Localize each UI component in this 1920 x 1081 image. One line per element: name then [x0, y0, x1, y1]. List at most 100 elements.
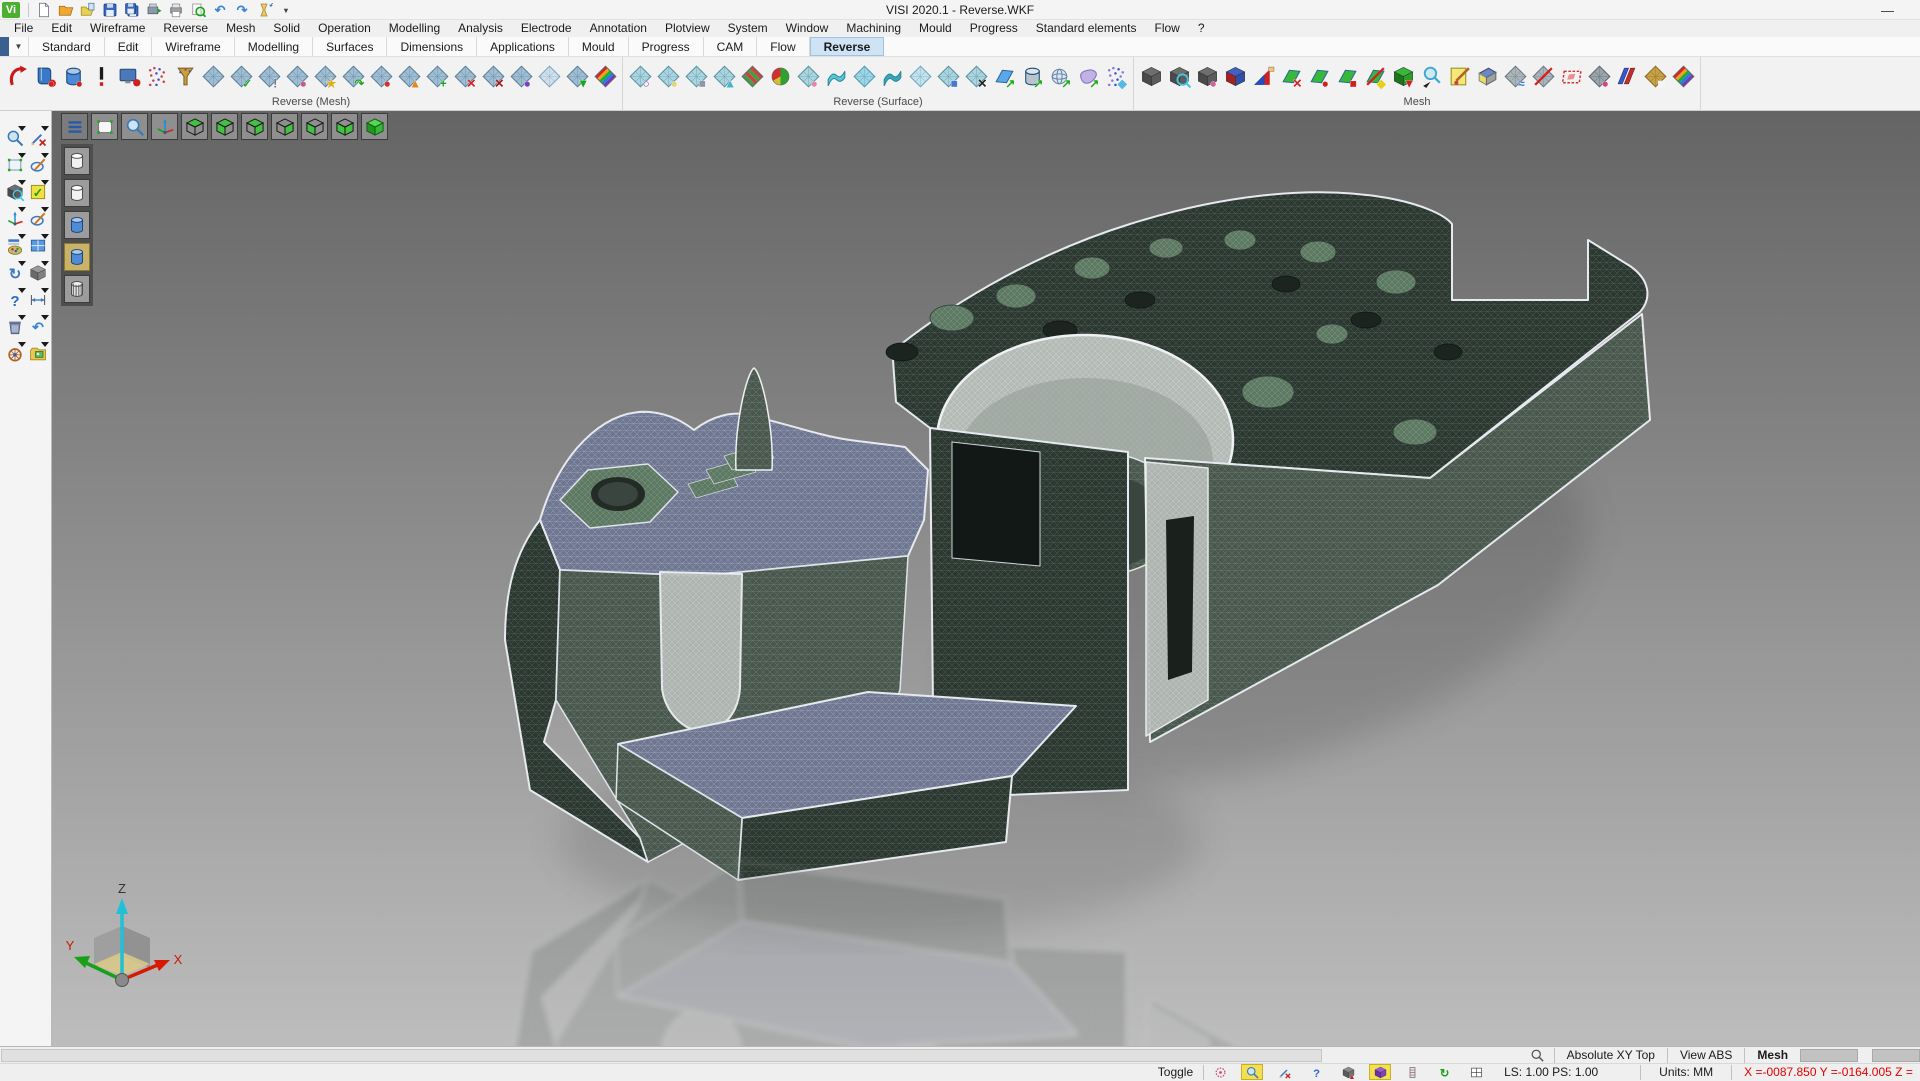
- view-window-icon[interactable]: [26, 234, 49, 258]
- sketch-circle-icon[interactable]: [26, 153, 49, 177]
- dynamic-rotation-icon[interactable]: ↻: [1433, 1064, 1455, 1080]
- redo-icon[interactable]: ↷: [232, 1, 252, 19]
- regen-icon[interactable]: ↻: [3, 261, 26, 285]
- open-project-icon[interactable]: [78, 1, 98, 19]
- viewports-icon[interactable]: [1465, 1064, 1487, 1080]
- mesh-add-icon[interactable]: +: [424, 62, 450, 90]
- menu-item-plotview[interactable]: Plotview: [656, 20, 719, 37]
- csys-origin-icon[interactable]: [151, 113, 178, 140]
- undo-view-icon[interactable]: ↶: [26, 315, 49, 339]
- mesh-mode-indicator[interactable]: Mesh: [1745, 1047, 1800, 1064]
- view-left-icon[interactable]: [301, 113, 328, 140]
- mesh-hide-icon[interactable]: [1530, 62, 1556, 90]
- mesh-paint-icon[interactable]: ●: [508, 62, 534, 90]
- tab-dimensions[interactable]: Dimensions: [387, 37, 477, 56]
- tab-cam[interactable]: CAM: [704, 37, 758, 56]
- surface-patch-icon[interactable]: ●: [655, 62, 681, 90]
- mesh-inspect-icon[interactable]: [1166, 62, 1192, 90]
- view-mode-indicator[interactable]: View ABS: [1668, 1047, 1744, 1064]
- menu-item-mesh[interactable]: Mesh: [217, 20, 264, 37]
- surface-texture-icon[interactable]: ■: [935, 62, 961, 90]
- cylinder-fit-icon[interactable]: ↗: [1019, 62, 1045, 90]
- filter-solid-cylinder-icon[interactable]: [64, 211, 90, 239]
- mesh-repair-icon[interactable]: !: [256, 62, 282, 90]
- mesh-process-icon[interactable]: ●: [1194, 62, 1220, 90]
- mesh-edit-icon[interactable]: ▲: [396, 62, 422, 90]
- surface-point-edit-icon[interactable]: ●: [795, 62, 821, 90]
- menu-item-machining[interactable]: Machining: [837, 20, 910, 37]
- open-cloud-archive-icon[interactable]: ●: [60, 62, 86, 90]
- image-capture-icon[interactable]: [26, 342, 49, 366]
- point-cloud-sampling-icon[interactable]: [172, 62, 198, 90]
- tab-surfaces[interactable]: Surfaces: [313, 37, 387, 56]
- scroll-thumb[interactable]: [1800, 1049, 1858, 1062]
- selection-box-icon[interactable]: [3, 153, 26, 177]
- surface-loft-icon[interactable]: [879, 62, 905, 90]
- menu-item-?[interactable]: ?: [1189, 20, 1214, 37]
- menu-item-reverse[interactable]: Reverse: [154, 20, 217, 37]
- mesh-mark-point-icon[interactable]: ●: [1306, 62, 1332, 90]
- view-back-icon[interactable]: [331, 113, 358, 140]
- coordinate-system-indicator[interactable]: Absolute XY Top: [1555, 1047, 1667, 1064]
- layers-colors-icon[interactable]: [3, 234, 26, 258]
- surface-sweep-icon[interactable]: [823, 62, 849, 90]
- tab-applications[interactable]: Applications: [477, 37, 569, 56]
- mesh-section-icon[interactable]: ▼: [1390, 62, 1416, 90]
- mesh-mark-region-icon[interactable]: ■: [1334, 62, 1360, 90]
- menu-item-wireframe[interactable]: Wireframe: [81, 20, 154, 37]
- menu-item-operation[interactable]: Operation: [309, 20, 380, 37]
- mesh-color-scale-icon[interactable]: [1670, 62, 1696, 90]
- open-file-icon[interactable]: [56, 1, 76, 19]
- print-preview-icon[interactable]: [188, 1, 208, 19]
- pick-inspect-icon[interactable]: [1418, 62, 1444, 90]
- shading-cube-icon[interactable]: [26, 261, 49, 285]
- view-isometric-icon[interactable]: [181, 113, 208, 140]
- reverse-undo-icon[interactable]: [4, 62, 30, 90]
- surface-grid-icon[interactable]: ▲: [711, 62, 737, 90]
- surface-mesh-icon[interactable]: [851, 62, 877, 90]
- quick-access-menu-icon[interactable]: ▼: [276, 1, 296, 19]
- surface-trim-icon[interactable]: ✕: [963, 62, 989, 90]
- view-shaded-icon[interactable]: [361, 113, 388, 140]
- mesh-rebuild-icon[interactable]: ●: [368, 62, 394, 90]
- tab-wireframe[interactable]: Wireframe: [152, 37, 234, 56]
- tab-edit[interactable]: Edit: [105, 37, 153, 56]
- tab-reverse[interactable]: Reverse: [810, 37, 885, 56]
- mesh-validate-icon[interactable]: ✓: [228, 62, 254, 90]
- annotate-note-icon[interactable]: [1446, 62, 1472, 90]
- view-top-icon[interactable]: [211, 113, 238, 140]
- mesh-wedge-icon[interactable]: [1474, 62, 1500, 90]
- menu-item-flow[interactable]: Flow: [1146, 20, 1189, 37]
- mesh-panels-icon[interactable]: [1614, 62, 1640, 90]
- tab-overflow-caret[interactable]: ▼: [9, 37, 29, 56]
- query-mode-icon[interactable]: ?: [1305, 1064, 1327, 1080]
- viewport-menu-icon[interactable]: [61, 113, 88, 140]
- mesh-texture-page-icon[interactable]: ■: [1642, 62, 1668, 90]
- snap-vertex-icon[interactable]: ▲: [1337, 1064, 1359, 1080]
- confirm-icon[interactable]: ✓: [26, 180, 49, 204]
- spline-edit-icon[interactable]: [26, 207, 49, 231]
- measure-distance-icon[interactable]: [26, 288, 49, 312]
- open-mesh-archive-icon[interactable]: ●: [32, 62, 58, 90]
- minimize-button[interactable]: —: [1881, 3, 1894, 18]
- filter-hatch-cylinder-icon[interactable]: [64, 275, 90, 303]
- tab-flow[interactable]: Flow: [757, 37, 809, 56]
- view-right-icon[interactable]: [271, 113, 298, 140]
- menu-item-analysis[interactable]: Analysis: [449, 20, 512, 37]
- menu-item-mould[interactable]: Mould: [910, 20, 961, 37]
- edit-entity-icon[interactable]: [26, 126, 49, 150]
- mesh-reduce-icon[interactable]: ★: [312, 62, 338, 90]
- mesh-bbox-icon[interactable]: [1558, 62, 1584, 90]
- mesh-smooth-icon[interactable]: ●: [284, 62, 310, 90]
- 3d-viewport[interactable]: Z X Y: [52, 111, 1920, 1046]
- zoom-dynamic-icon[interactable]: [121, 113, 148, 140]
- draw-mode-icon[interactable]: [1273, 1064, 1295, 1080]
- mesh-drop-icon[interactable]: ▼: [564, 62, 590, 90]
- solid-snap-icon[interactable]: [1369, 1064, 1391, 1080]
- menu-item-modelling[interactable]: Modelling: [380, 20, 449, 37]
- navigation-wheel-icon[interactable]: [3, 342, 26, 366]
- save-all-icon[interactable]: [122, 1, 142, 19]
- mesh-from-cloud-icon[interactable]: [200, 62, 226, 90]
- mesh-check-remove-icon[interactable]: ✕: [1278, 62, 1304, 90]
- plot-export-icon[interactable]: [144, 1, 164, 19]
